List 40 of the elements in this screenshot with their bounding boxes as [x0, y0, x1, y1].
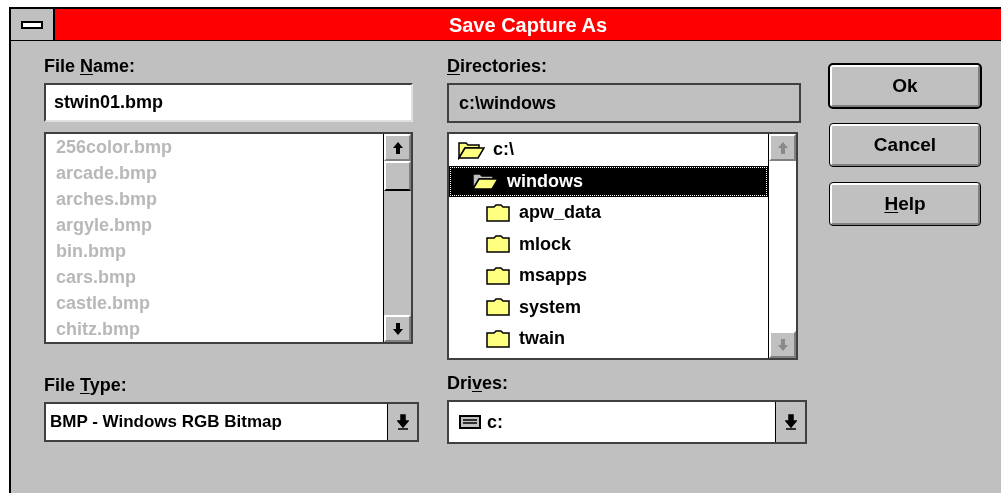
directory-item[interactable]: apw_data — [449, 197, 768, 229]
folder-icon — [485, 265, 511, 286]
drive-icon — [459, 415, 481, 429]
field-label: Directories: — [447, 55, 549, 78]
open-folder-icon — [471, 171, 499, 192]
up-arrow-icon — [776, 140, 789, 155]
folder-icon — [485, 297, 511, 318]
scroll-down-button[interactable] — [384, 315, 411, 342]
directory-item[interactable]: windows — [449, 165, 768, 197]
down-arrow-icon — [784, 414, 797, 430]
directory-item[interactable]: mlock — [449, 228, 768, 260]
field-label: File Name: — [44, 55, 137, 78]
dropdown-value: BMP - Windows RGB Bitmap — [49, 411, 283, 434]
scroll-thumb[interactable] — [384, 161, 411, 191]
directory-item[interactable]: msapps — [449, 260, 768, 292]
folder-icon — [485, 234, 511, 255]
folder-icon — [485, 202, 511, 223]
system-menu-button[interactable] — [11, 9, 55, 40]
file-name-field[interactable]: stwin01.bmp — [44, 83, 413, 122]
window-title: Save Capture As — [447, 12, 609, 38]
drives-dropdown[interactable]: c: — [447, 400, 807, 444]
directory-item[interactable]: twain — [449, 323, 768, 355]
dialog-button[interactable]: Help — [830, 183, 980, 225]
dialog-button[interactable]: Ok — [830, 65, 980, 107]
down-arrow-icon — [391, 321, 404, 336]
folder-icon — [485, 328, 511, 349]
file-type-dropdown[interactable]: BMP - Windows RGB Bitmap — [44, 402, 419, 442]
scroll-up-button[interactable] — [384, 134, 411, 161]
directory-item[interactable]: c:\ — [449, 134, 768, 166]
minus-icon — [21, 20, 43, 29]
dropdown-value: c: — [486, 410, 504, 434]
field-label: Drives: — [447, 372, 510, 395]
dialog-button[interactable]: Cancel — [830, 124, 980, 166]
open-folder-icon — [457, 139, 485, 160]
down-arrow-icon — [396, 414, 409, 430]
field-label: File Type: — [44, 374, 128, 397]
up-arrow-icon — [391, 140, 404, 155]
down-arrow-icon — [776, 337, 789, 352]
directory-item[interactable]: system — [449, 291, 768, 323]
directory-path-display: c:\windows — [447, 83, 801, 123]
